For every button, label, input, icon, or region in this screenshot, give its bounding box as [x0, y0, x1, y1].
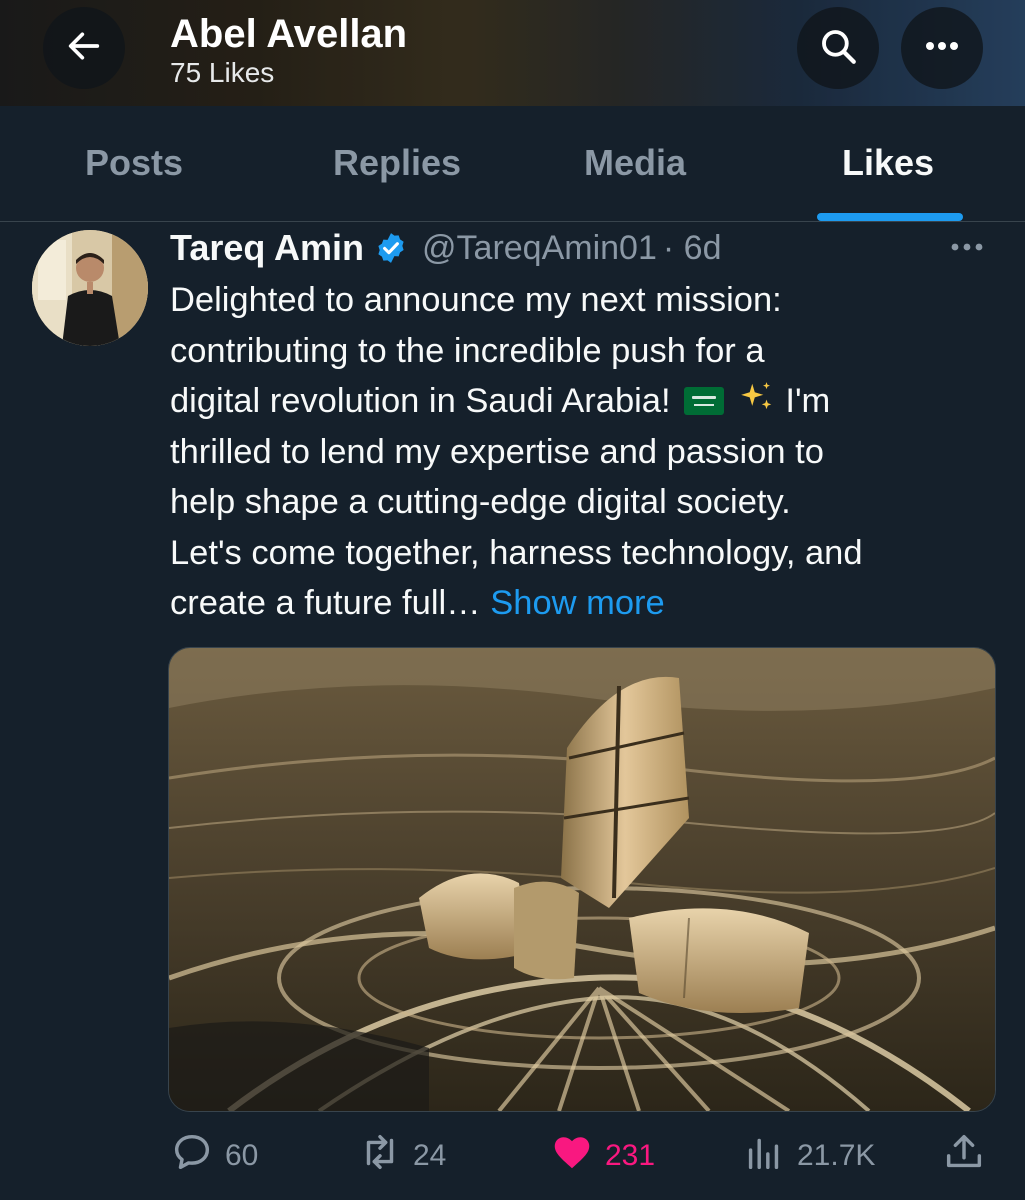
- post-more-button[interactable]: [945, 232, 989, 267]
- profile-header: Abel Avellan 75 Likes: [0, 0, 1025, 106]
- saudi-flag-icon: [684, 387, 725, 415]
- sparkles-icon: [738, 382, 786, 420]
- repost-count: 24: [413, 1139, 447, 1172]
- heart-icon: [549, 1129, 605, 1183]
- repost-button[interactable]: 24: [357, 1128, 446, 1184]
- post-text-line: create a future full… Show more: [170, 584, 665, 622]
- post-text-line: Let's come together, harness technology,…: [170, 533, 863, 572]
- tab-likes[interactable]: Likes: [842, 142, 934, 184]
- more-horizontal-icon: [922, 39, 962, 57]
- post-header: Tareq Amin @TareqAmin01 · 6d: [170, 226, 721, 270]
- post-text-line: digital revolution in Saudi Arabia! I'm: [170, 382, 831, 420]
- post-text-line: thrilled to lend my expertise and passio…: [170, 432, 824, 471]
- reply-icon: [169, 1129, 225, 1183]
- active-tab-indicator: [817, 213, 963, 221]
- like-button[interactable]: 231: [549, 1128, 655, 1184]
- profile-tabs: Posts Replies Media Likes: [0, 106, 1025, 222]
- reply-count: 60: [225, 1139, 259, 1172]
- views-count: 21.7K: [797, 1139, 876, 1172]
- tab-replies[interactable]: Replies: [333, 142, 461, 184]
- post-text-line: help shape a cutting-edge digital societ…: [170, 483, 791, 521]
- show-more-link[interactable]: Show more: [490, 584, 665, 622]
- arrow-left-icon: [64, 26, 104, 71]
- post-image[interactable]: [168, 647, 996, 1112]
- author-name[interactable]: Tareq Amin: [170, 227, 364, 269]
- search-button[interactable]: [797, 7, 879, 89]
- likes-count: 75 Likes: [170, 57, 275, 88]
- views-button[interactable]: 21.7K: [741, 1128, 875, 1184]
- tab-media[interactable]: Media: [584, 142, 686, 184]
- post-text: Delighted to announce my next mission: c…: [170, 275, 1000, 629]
- author-handle[interactable]: @TareqAmin01: [422, 229, 657, 268]
- reply-button[interactable]: 60: [169, 1128, 258, 1184]
- avatar[interactable]: [32, 230, 148, 346]
- analytics-icon: [741, 1129, 797, 1183]
- more-horizontal-icon: [945, 243, 989, 266]
- repost-icon: [357, 1129, 413, 1183]
- post-actions: 60 24 231 21.7K: [0, 1128, 1025, 1188]
- profile-name: Abel Avellan: [170, 12, 408, 56]
- verified-badge-icon: [374, 231, 408, 265]
- post-text-line: contributing to the incredible push for …: [170, 331, 765, 370]
- tab-posts[interactable]: Posts: [85, 142, 183, 184]
- like-count: 231: [605, 1139, 656, 1172]
- post-time: · 6d: [662, 228, 722, 267]
- back-button[interactable]: [43, 7, 125, 89]
- post-text-line: Delighted to announce my next mission:: [170, 281, 782, 319]
- more-button[interactable]: [901, 7, 983, 89]
- search-icon: [817, 25, 859, 72]
- share-button[interactable]: [941, 1128, 997, 1184]
- header-title-block: Abel Avellan 75 Likes: [170, 12, 407, 90]
- share-icon: [941, 1129, 997, 1183]
